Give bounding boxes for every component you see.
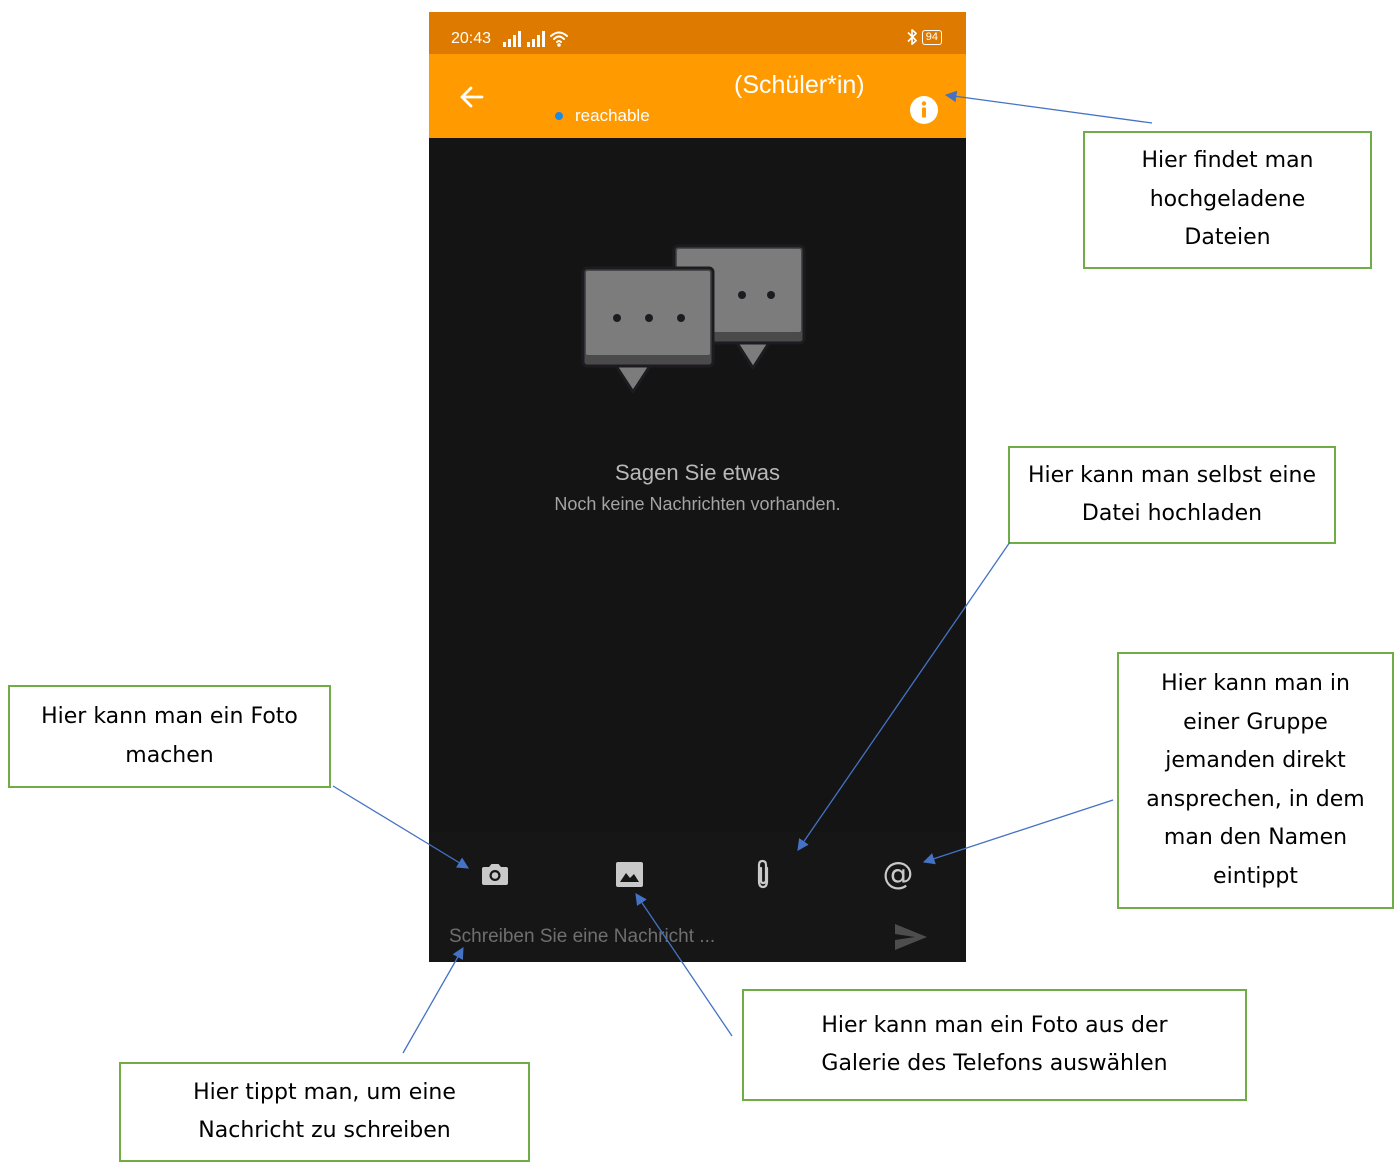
- presence-dot: [555, 112, 563, 120]
- at-sign-icon: @: [882, 856, 914, 892]
- arrow-info: [944, 90, 1153, 124]
- battery-level: 94: [921, 29, 942, 45]
- presence-status: reachable: [555, 106, 650, 126]
- message-input[interactable]: [449, 922, 869, 952]
- paperclip-icon: [757, 859, 769, 889]
- bluetooth-icon: [907, 28, 917, 46]
- callout-info: Hier findet man hochgeladene Dateien: [1083, 131, 1372, 269]
- arrow-input: [402, 946, 464, 1054]
- phone-screen: 20:43 94 (Schüler*in) reachable Sagen Si…: [429, 12, 966, 962]
- signal-wifi-icons: [503, 31, 568, 47]
- message-composer: @: [429, 832, 966, 962]
- attach-file-button[interactable]: [744, 854, 784, 894]
- gallery-button[interactable]: [609, 854, 649, 894]
- camera-button[interactable]: [475, 854, 515, 894]
- status-bar: 20:43 94: [429, 12, 966, 54]
- callout-upload-text: Hier kann man selbst eine Datei hochlade…: [1027, 462, 1317, 527]
- callout-gallery: Hier kann man ein Foto aus der Galerie d…: [742, 989, 1247, 1101]
- info-icon[interactable]: [909, 95, 939, 125]
- wifi-icon: [550, 31, 568, 43]
- image-icon: [616, 862, 643, 887]
- send-icon[interactable]: [891, 920, 931, 954]
- presence-label: reachable: [575, 106, 650, 125]
- status-right: 94: [907, 26, 942, 48]
- signal-icon: [527, 31, 545, 47]
- callout-input-text: Hier tippt man, um eine Nachricht zu sch…: [193, 1079, 456, 1144]
- camera-icon: [482, 864, 508, 885]
- status-time: 20:43: [451, 30, 492, 47]
- arrow-left-icon[interactable]: [457, 83, 485, 111]
- signal-icon: [503, 31, 521, 47]
- callout-input: Hier tippt man, um eine Nachricht zu sch…: [119, 1062, 530, 1162]
- chat-title: (Schüler*in): [734, 71, 865, 99]
- callout-mention: Hier kann man in einer Gruppe jemanden d…: [1117, 652, 1394, 909]
- empty-state-title: Sagen Sie etwas: [614, 460, 781, 485]
- callout-info-text: Hier findet man hochgeladene Dateien: [1141, 148, 1314, 251]
- callout-upload: Hier kann man selbst eine Datei hochlade…: [1008, 446, 1336, 544]
- callout-mention-text: Hier kann man in einer Gruppe jemanden d…: [1146, 671, 1365, 889]
- empty-state-subtitle: Noch keine Nachrichten vorhanden.: [554, 494, 841, 514]
- chat-bubbles-icon: [581, 244, 806, 394]
- chat-bubble-front-icon: [581, 266, 715, 394]
- app-bar: (Schüler*in) reachable: [429, 54, 966, 138]
- mention-button[interactable]: @: [878, 854, 918, 894]
- callout-gallery-text: Hier kann man ein Foto aus der Galerie d…: [821, 1012, 1168, 1077]
- callout-camera: Hier kann man ein Foto machen: [8, 685, 331, 788]
- callout-camera-text: Hier kann man ein Foto machen: [41, 704, 298, 768]
